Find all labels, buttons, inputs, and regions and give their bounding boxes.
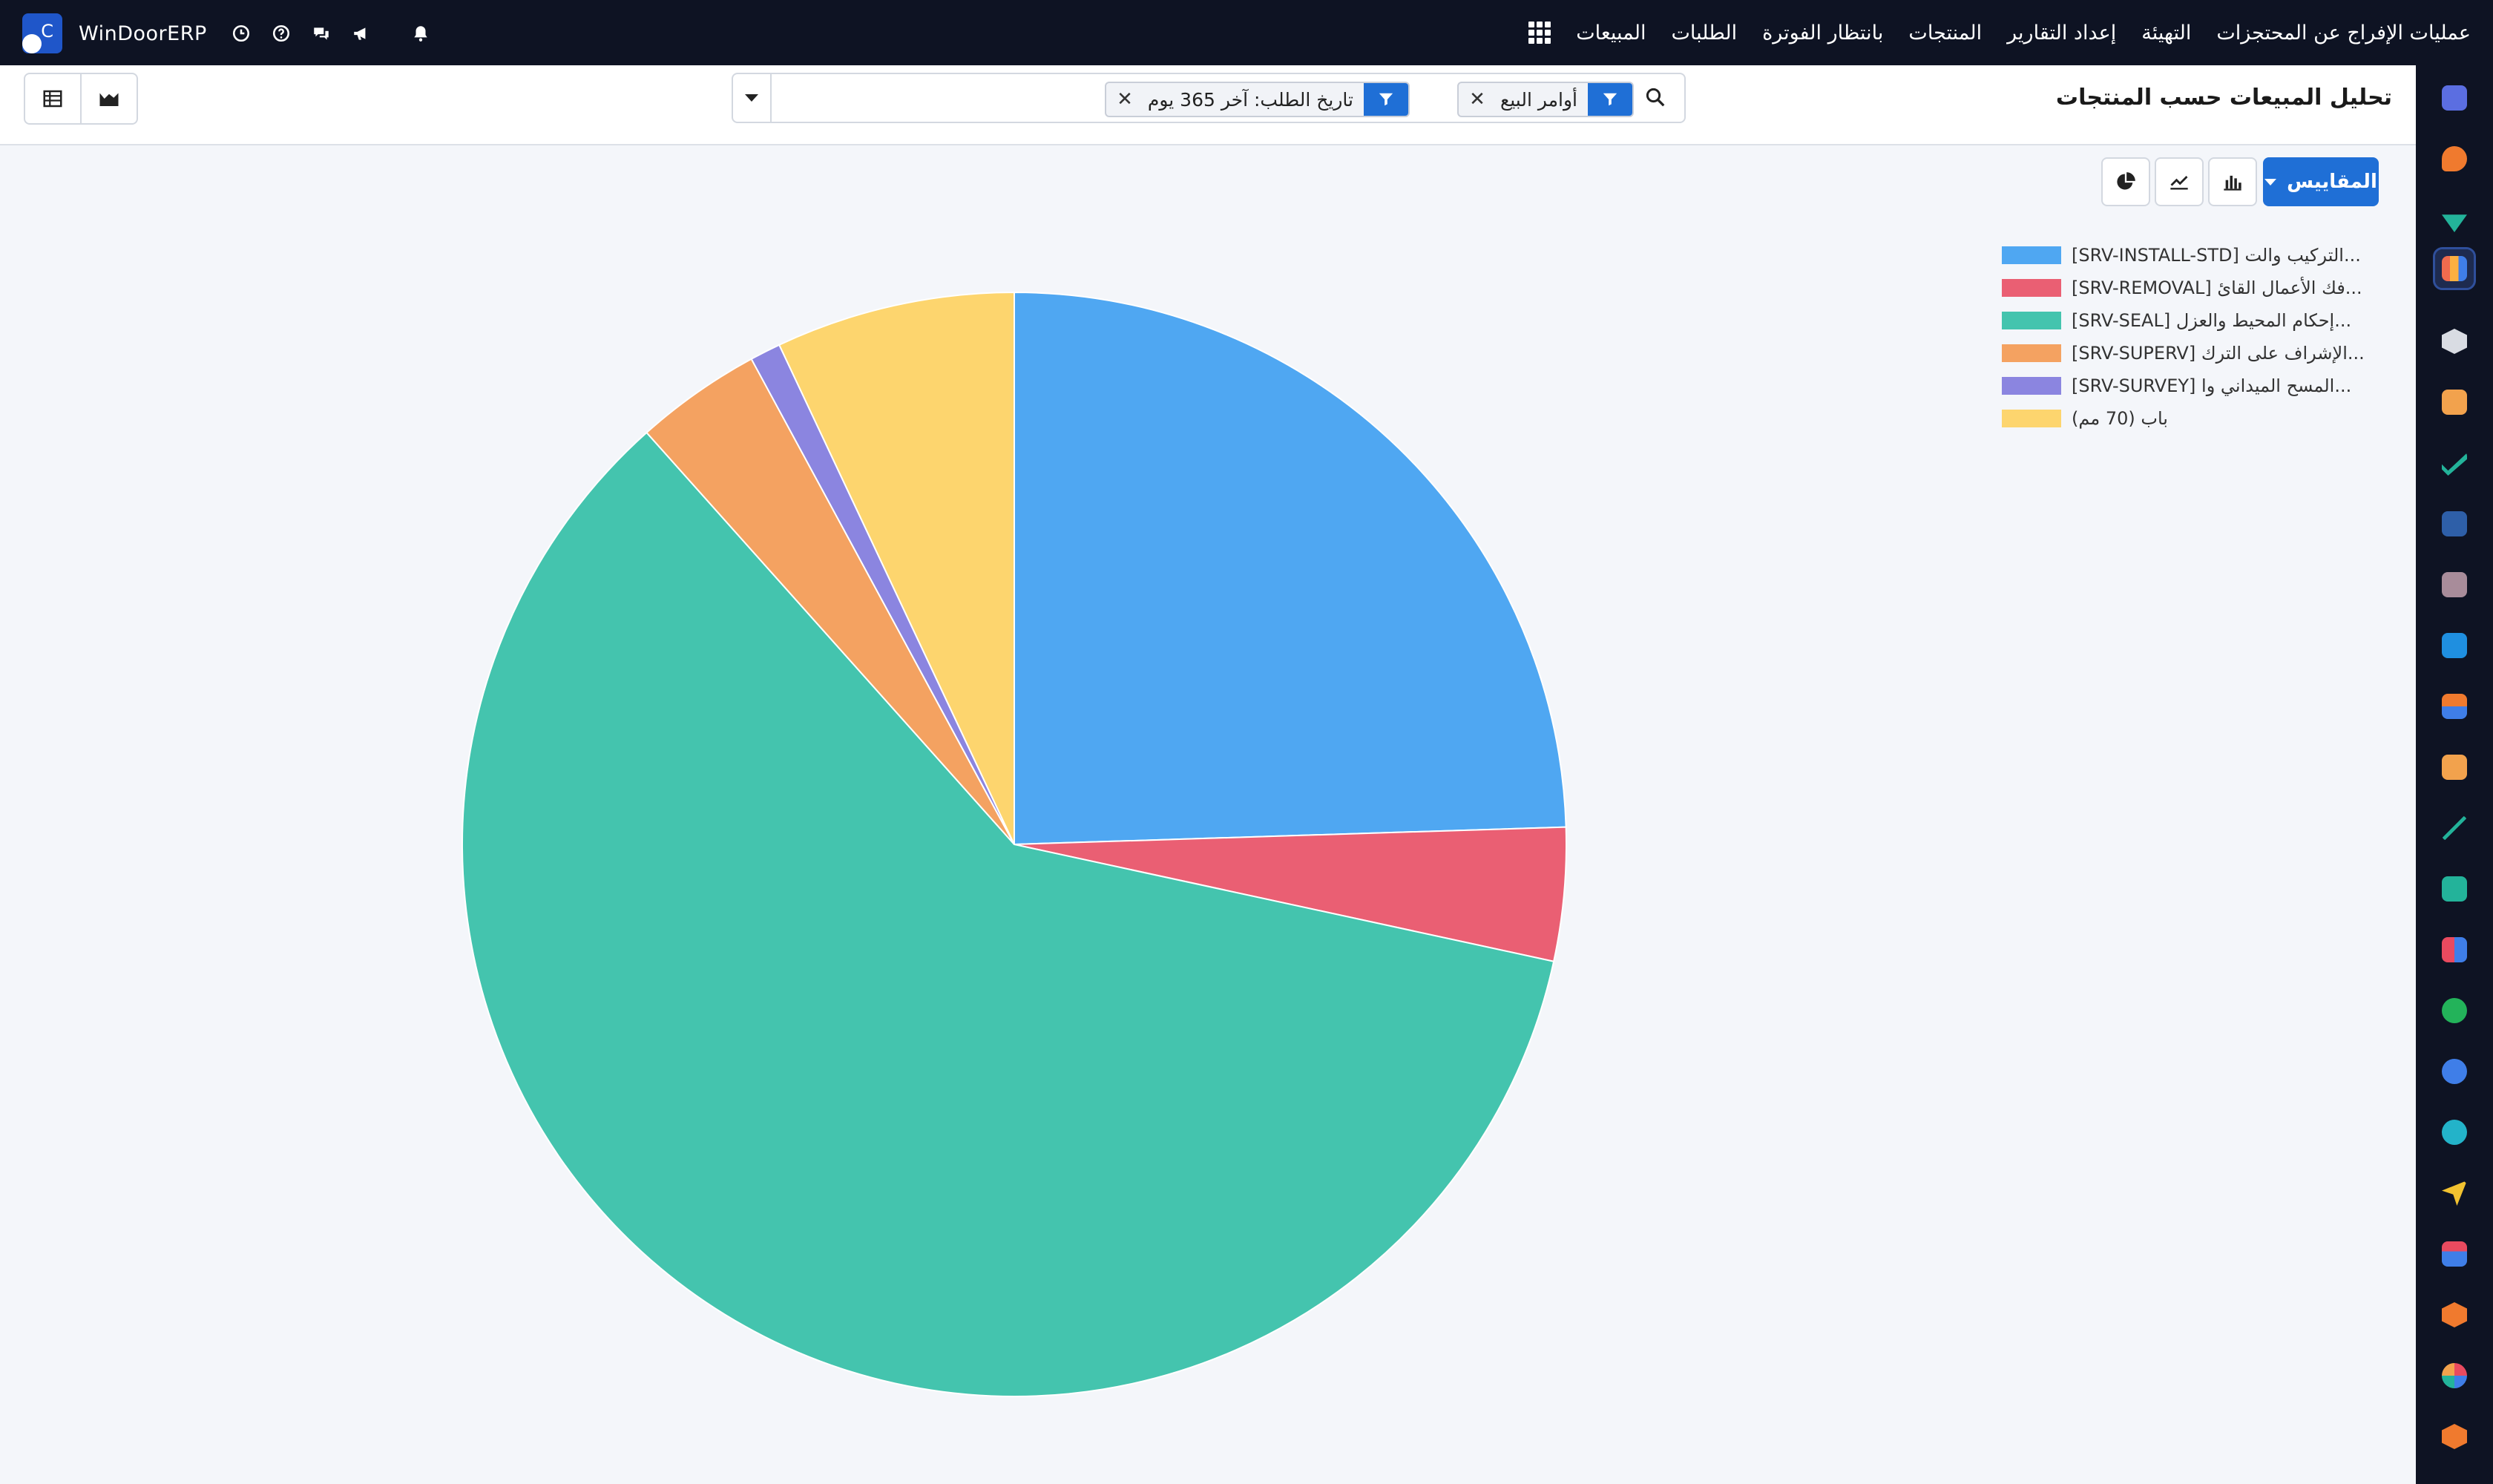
help-icon[interactable] xyxy=(271,23,292,44)
app-icon-whatsapp[interactable] xyxy=(2435,991,2474,1030)
app-icon-website[interactable] xyxy=(2435,1113,2474,1152)
pie-chart-button[interactable] xyxy=(2101,157,2150,206)
chart-type-switcher xyxy=(2101,157,2257,206)
search-icon[interactable] xyxy=(1644,86,1668,110)
megaphone-icon[interactable] xyxy=(351,23,372,44)
menu-retention-release[interactable]: عمليات الإفراج عن المحتجزات xyxy=(2216,22,2471,45)
clock-icon[interactable] xyxy=(231,23,252,44)
filter-icon xyxy=(1364,83,1408,116)
graph-view-button[interactable] xyxy=(82,73,138,125)
app-icon-sign[interactable] xyxy=(2435,809,2474,847)
app-icon-sales[interactable] xyxy=(2433,247,2476,290)
app-icon-dashboard[interactable] xyxy=(2435,930,2474,969)
brand: C WinDoorERP xyxy=(22,13,431,53)
line-chart-icon xyxy=(2170,176,2188,190)
menu-sales[interactable]: المبيعات xyxy=(1576,22,1646,45)
top-navbar: C WinDoorERP المبيعات الطلبات بانتظار ال… xyxy=(0,0,2493,65)
legend-item[interactable]: [SRV-INSTALL-STD] التركيب والت... xyxy=(2002,239,2388,272)
menu-configuration[interactable]: التهيئة xyxy=(2141,22,2191,45)
search-options-toggle[interactable] xyxy=(733,74,772,122)
menu-to-invoice[interactable]: بانتظار الفوترة xyxy=(1762,22,1883,45)
app-icon-cards[interactable] xyxy=(2435,1235,2474,1273)
app-icon-employees[interactable] xyxy=(2435,687,2474,726)
area-chart-icon xyxy=(99,93,119,106)
app-icon-contacts[interactable] xyxy=(2435,383,2474,421)
bar-chart-button[interactable] xyxy=(2208,157,2257,206)
bar-chart-icon xyxy=(2224,175,2241,191)
app-icon-tasks[interactable] xyxy=(2435,444,2474,482)
remove-facet-icon[interactable]: ✕ xyxy=(1106,88,1137,111)
legend-item[interactable]: [SRV-SEAL] إحكام المحيط والعزل... xyxy=(2002,304,2388,337)
legend-label: [SRV-SUPERV] الإشراف على الترك... xyxy=(2072,343,2365,364)
facet-order-date: تاريخ الطلب: آخر 365 يوم ✕ xyxy=(1105,82,1410,117)
measures-label: المقاييس xyxy=(2287,171,2377,193)
legend-label: [SRV-SEAL] إحكام المحيط والعزل... xyxy=(2072,310,2352,331)
page-title: تحليل المبيعات حسب المنتجات xyxy=(2055,85,2392,111)
chart-legend: [SRV-INSTALL-STD] التركيب والت... [SRV-R… xyxy=(2002,239,2388,435)
menu-products[interactable]: المنتجات xyxy=(1908,22,1982,45)
apps-grid-icon[interactable] xyxy=(1528,22,1551,44)
legend-item[interactable]: [SRV-SUPERV] الإشراف على الترك... xyxy=(2002,337,2388,370)
app-icon-settings[interactable] xyxy=(2435,1417,2474,1456)
legend-item[interactable]: باب (70 مم) xyxy=(2002,402,2388,435)
app-icon-package[interactable] xyxy=(2435,1296,2474,1334)
app-icon-knowledge[interactable] xyxy=(2435,505,2474,543)
legend-label: [SRV-REMOVAL] فك الأعمال القائ... xyxy=(2072,278,2362,298)
menu-orders[interactable]: الطلبات xyxy=(1672,22,1738,45)
company-logo[interactable]: C xyxy=(22,13,62,53)
table-icon xyxy=(43,90,62,108)
app-icon-m[interactable] xyxy=(2435,79,2474,117)
app-icon-calendar[interactable] xyxy=(2435,748,2474,787)
facet-label: أوامر البيع xyxy=(1500,88,1577,111)
menu-reporting[interactable]: إعداد التقارير xyxy=(2007,22,2116,45)
pie-chart xyxy=(462,291,1567,1397)
caret-down-icon xyxy=(745,94,758,102)
caret-down-icon xyxy=(2264,178,2277,186)
legend-label: [SRV-INSTALL-STD] التركيب والت... xyxy=(2072,245,2361,266)
app-icon-invoicing[interactable] xyxy=(2435,626,2474,665)
app-icon-send[interactable] xyxy=(2435,1174,2474,1212)
bell-icon[interactable] xyxy=(410,23,431,44)
facet-sales-orders: أوامر البيع ✕ xyxy=(1457,82,1634,117)
app-icon-chat[interactable] xyxy=(2435,139,2474,178)
facet-label: تاريخ الطلب: آخر 365 يوم xyxy=(1147,88,1353,111)
app-icon-pie[interactable] xyxy=(2435,1356,2474,1395)
app-icon-timer[interactable] xyxy=(2435,1052,2474,1091)
pivot-view-button[interactable] xyxy=(24,73,82,125)
app-icon-badge[interactable] xyxy=(2435,870,2474,908)
view-switcher xyxy=(24,73,138,125)
app-icon-discuss[interactable] xyxy=(2435,200,2474,239)
line-chart-button[interactable] xyxy=(2155,157,2204,206)
app-switcher-bar xyxy=(2416,65,2493,1484)
app-name: WinDoorERP xyxy=(79,22,207,45)
main-menu: المبيعات الطلبات بانتظار الفوترة المنتجا… xyxy=(1524,0,2471,65)
legend-label: [SRV-SURVEY] المسح الميداني وا... xyxy=(2072,375,2352,396)
chat-icon[interactable] xyxy=(311,23,332,44)
legend-item[interactable]: [SRV-REMOVAL] فك الأعمال القائ... xyxy=(2002,272,2388,304)
remove-facet-icon[interactable]: ✕ xyxy=(1459,88,1490,111)
search-bar: تاريخ الطلب: آخر 365 يوم ✕ أوامر البيع ✕ xyxy=(732,73,1686,123)
measures-dropdown[interactable]: المقاييس xyxy=(2263,157,2379,206)
app-icon-inventory[interactable] xyxy=(2435,322,2474,361)
pie-slice[interactable] xyxy=(1014,291,1567,846)
filter-icon xyxy=(1588,83,1632,116)
legend-label: باب (70 مم) xyxy=(2072,408,2168,429)
pie-chart-icon xyxy=(2117,172,2135,190)
app-icon-purchase[interactable] xyxy=(2435,565,2474,604)
control-panel: تحليل المبيعات حسب المنتجات تاريخ الطلب:… xyxy=(0,65,2416,145)
legend-item[interactable]: [SRV-SURVEY] المسح الميداني وا... xyxy=(2002,370,2388,402)
